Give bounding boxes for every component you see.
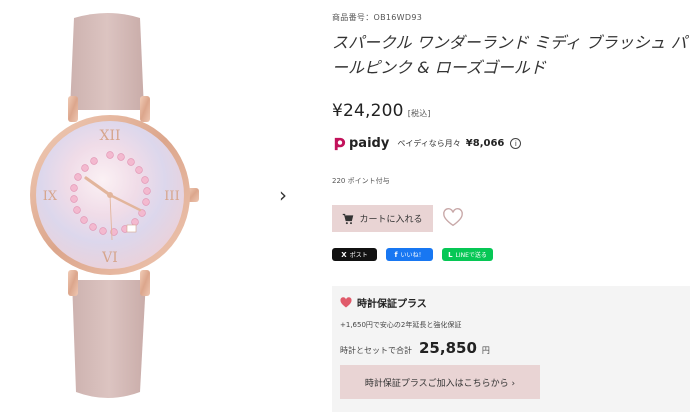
paidy-installment: paidy ペイディなら月々 ¥8,066 i <box>332 136 522 151</box>
numeral-3: III <box>164 189 179 204</box>
warranty-title-text: 時計保証プラス <box>357 299 427 310</box>
warranty-total-unit: 円 <box>481 346 490 355</box>
x-post-button[interactable]: X ポスト <box>332 248 377 261</box>
warranty-total-amount: 25,850 <box>419 339 477 357</box>
price-value: ¥24,200 <box>332 101 404 121</box>
product-code-value: OB16WD93 <box>373 13 423 22</box>
product-price: ¥24,200 [税込] <box>332 101 431 121</box>
x-icon: X <box>341 250 347 259</box>
cart-icon <box>343 213 354 224</box>
numeral-12: XII <box>99 128 120 144</box>
product-image: XII III VI IX <box>30 13 199 398</box>
x-post-label: ポスト <box>349 252 368 259</box>
info-icon[interactable]: i <box>510 138 522 149</box>
next-image-arrow[interactable]: › <box>272 182 294 208</box>
add-to-cart-button[interactable]: カートに入れる <box>332 205 433 232</box>
heart-icon <box>340 297 352 308</box>
share-buttons: X ポスト f いいね！ L LINEで送る <box>332 248 493 261</box>
facebook-like-button[interactable]: f いいね！ <box>386 248 433 261</box>
facebook-icon: f <box>394 250 398 259</box>
line-share-button[interactable]: L LINEで送る <box>442 248 493 261</box>
tax-label: [税込] <box>407 109 431 118</box>
strap-bottom <box>72 280 146 398</box>
strap-top <box>70 13 144 110</box>
warranty-plus-box: 時計保証プラス +1,650円で安心の2年延長と強化保証 時計とセットで合計 2… <box>332 286 690 412</box>
warranty-title: 時計保証プラス <box>340 295 427 310</box>
warranty-signup-button[interactable]: 時計保証プラスご加入はこちらから › <box>340 365 540 399</box>
numeral-6: VI <box>101 250 118 266</box>
paidy-logo: paidy <box>332 136 389 151</box>
paidy-text: ペイディなら月々 <box>397 139 461 148</box>
points-earned: 220 ポイント付与 <box>332 177 390 185</box>
product-title: スパークル ワンダーランド ミディ ブラッシュ パールピンク & ローズゴールド <box>332 33 687 77</box>
warranty-total-label: 時計とセットで合計 <box>340 346 412 355</box>
paidy-amount: ¥8,066 <box>465 138 505 149</box>
line-icon: L <box>448 250 453 259</box>
warranty-total: 時計とセットで合計 25,850 円 <box>340 339 490 357</box>
paidy-logo-text: paidy <box>349 136 390 151</box>
add-to-cart-label: カートに入れる <box>359 215 423 225</box>
warranty-description: +1,650円で安心の2年延長と強化保証 <box>340 321 462 329</box>
heart-outline-icon[interactable] <box>442 207 464 229</box>
line-share-label: LINEで送る <box>455 252 487 259</box>
product-gallery: XII III VI IX › <box>0 0 300 416</box>
product-code: 商品番号：OB16WD93 <box>332 12 422 23</box>
product-code-label: 商品番号： <box>332 13 374 22</box>
numeral-9: IX <box>43 189 58 204</box>
paidy-mark-icon <box>334 137 346 151</box>
facebook-like-label: いいね！ <box>400 252 425 259</box>
